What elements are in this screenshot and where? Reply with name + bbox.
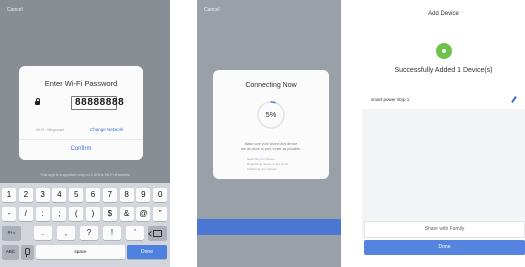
microphone-key[interactable] bbox=[21, 245, 34, 259]
device-name: smart power strip 1 bbox=[371, 97, 410, 102]
abc-key[interactable]: ABC bbox=[2, 245, 19, 259]
done-key[interactable]: Done bbox=[127, 245, 167, 259]
page-title: Add Device bbox=[428, 11, 459, 17]
key[interactable]: : bbox=[35, 207, 50, 221]
device-list: smart power strip 1 bbox=[362, 90, 525, 238]
connecting-dialog: Connecting Now 5% Make sure your phone a… bbox=[213, 70, 329, 179]
wifi-name-label: Wi-Fi : Wingsmart bbox=[36, 128, 64, 132]
key[interactable]: 8 bbox=[119, 188, 134, 202]
key[interactable]: - bbox=[2, 207, 16, 221]
dialog-title: Connecting Now bbox=[245, 82, 297, 89]
bottom-bar bbox=[197, 219, 341, 235]
wifi-note: This app is supported only on 2.4GHz Wi-… bbox=[40, 173, 130, 177]
change-network-link[interactable]: Change Network bbox=[90, 127, 124, 132]
microphone-icon bbox=[24, 248, 30, 257]
success-message: Successfully Added 1 Device(s) bbox=[394, 67, 493, 74]
key[interactable]: 3 bbox=[35, 188, 50, 202]
key[interactable]: 7 bbox=[102, 188, 117, 202]
success-screen: Add Device Successfully Added 1 Device(s… bbox=[362, 0, 525, 267]
key[interactable]: ; bbox=[52, 207, 67, 221]
key[interactable]: 1 bbox=[2, 188, 16, 202]
step-item: Registering device to the cloud bbox=[247, 162, 289, 166]
key[interactable]: $ bbox=[102, 207, 117, 221]
dialog-title: Enter Wi-Fi Password bbox=[44, 79, 118, 88]
symbols-mode-key[interactable]: #+= bbox=[2, 226, 21, 240]
key[interactable]: 0 bbox=[153, 188, 168, 202]
key[interactable]: ? bbox=[80, 226, 98, 240]
wifi-password-dialog: Enter Wi-Fi Password 88888888 Wi-Fi : Wi… bbox=[19, 66, 143, 160]
keyboard: 1 2 3 4 5 6 7 8 9 0 - / : ; ( ) $ & @ " … bbox=[0, 183, 170, 267]
step-item: Initializing your Device bbox=[247, 167, 277, 171]
key[interactable]: @ bbox=[136, 207, 151, 221]
edit-icon[interactable] bbox=[511, 96, 517, 103]
step-item: Searching for Device bbox=[247, 157, 275, 161]
key[interactable]: " bbox=[153, 207, 168, 221]
key[interactable]: 9 bbox=[136, 188, 151, 202]
cancel-link[interactable]: Cancel bbox=[7, 7, 23, 13]
key[interactable]: 2 bbox=[18, 188, 33, 202]
wifi-success-icon bbox=[436, 43, 452, 59]
confirm-button[interactable]: Confirm bbox=[19, 146, 143, 152]
hint-line: Make sure your phone and device bbox=[244, 142, 298, 146]
hint-line: are as close to your router as possible. bbox=[240, 147, 302, 151]
lock-icon bbox=[35, 98, 40, 105]
progress-percent: 5% bbox=[265, 110, 277, 119]
delete-key[interactable] bbox=[148, 226, 167, 240]
key[interactable]: , bbox=[57, 226, 75, 240]
backspace-icon bbox=[153, 230, 162, 237]
share-with-family-button[interactable]: Share with Family bbox=[364, 221, 525, 238]
key[interactable]: & bbox=[119, 207, 134, 221]
key[interactable]: 5 bbox=[69, 188, 84, 202]
key[interactable]: / bbox=[18, 207, 33, 221]
key[interactable]: ( bbox=[69, 207, 84, 221]
password-value: 88888888 bbox=[75, 97, 125, 108]
cancel-link[interactable]: Cancel bbox=[204, 7, 220, 13]
key[interactable]: 4 bbox=[52, 188, 67, 202]
key[interactable]: 6 bbox=[86, 188, 100, 202]
connecting-screen: Cancel Connecting Now 5% Make sure your … bbox=[197, 0, 341, 267]
dialog-divider bbox=[19, 139, 143, 140]
key[interactable]: . bbox=[34, 226, 52, 240]
done-button[interactable]: Done bbox=[364, 240, 525, 255]
wifi-password-screen: Cancel Enter Wi-Fi Password 88888888 Wi-… bbox=[0, 0, 170, 267]
key[interactable]: ' bbox=[126, 226, 144, 240]
list-item[interactable]: smart power strip 1 bbox=[362, 90, 525, 109]
space-key[interactable]: space bbox=[36, 245, 125, 259]
key[interactable]: ! bbox=[103, 226, 121, 240]
key[interactable]: ) bbox=[86, 207, 100, 221]
password-input[interactable]: 88888888 bbox=[71, 96, 124, 110]
